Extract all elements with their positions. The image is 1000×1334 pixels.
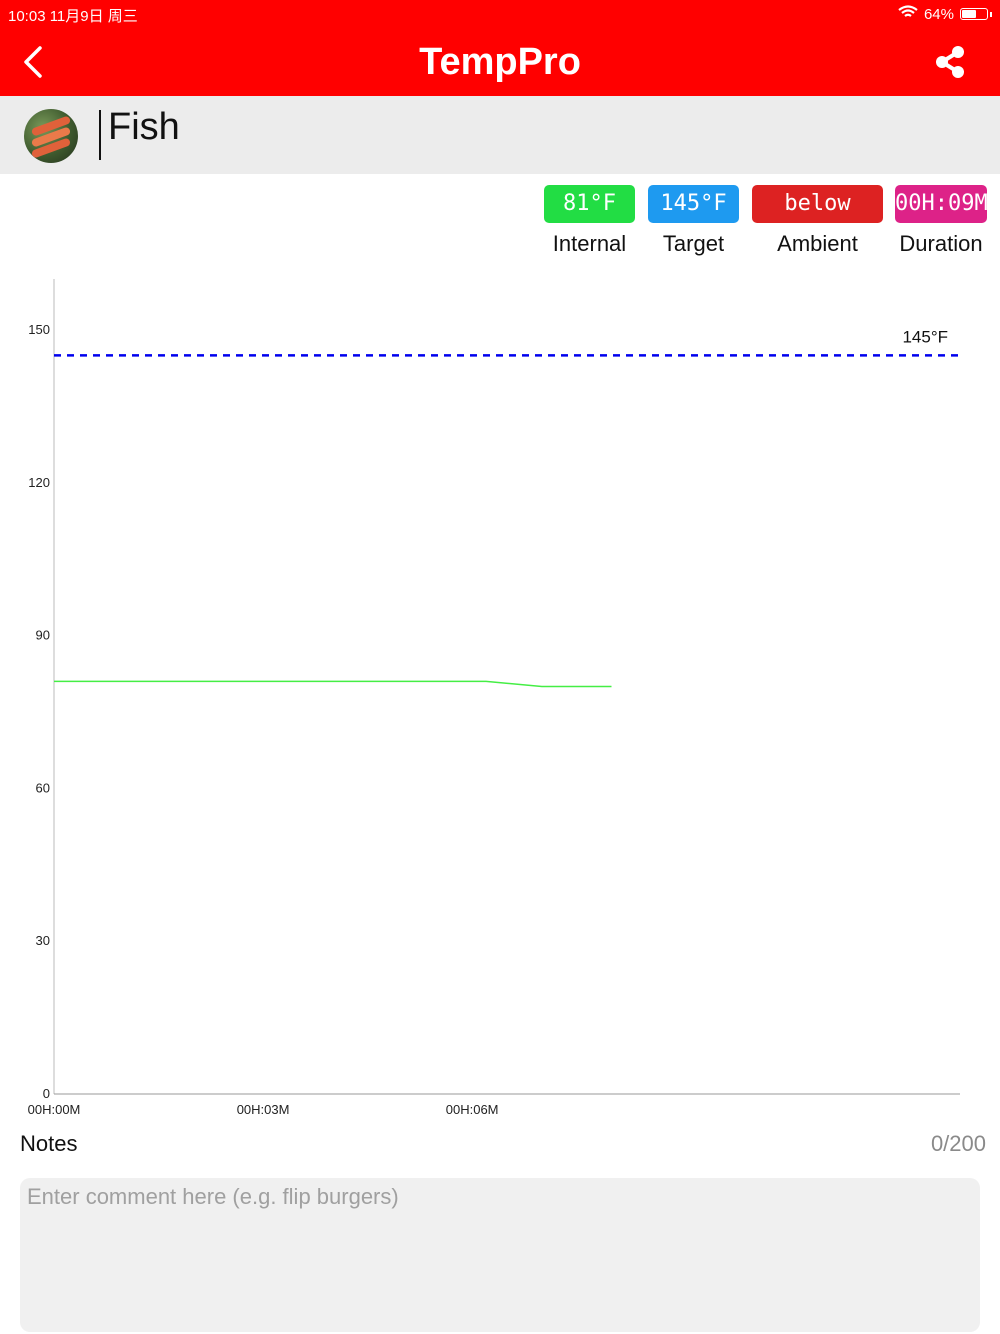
ambient-label: Ambient (777, 231, 858, 256)
notes-label: Notes (20, 1131, 78, 1156)
notes-input[interactable] (20, 1178, 980, 1332)
profile-bar: Fish (0, 96, 1000, 174)
y-tick-label: 120 (28, 475, 50, 490)
y-tick-label: 60 (36, 780, 50, 795)
internal-temp-badge: 81°F (544, 185, 635, 223)
temperature-chart: 0 30 60 90 120 150 00H:00M 00H:03M 00H:06M 145°F (0, 272, 1000, 1122)
target-temp-badge[interactable]: 145°F (648, 185, 739, 223)
x-tick-label: 00H:03M (237, 1102, 290, 1117)
battery-icon (960, 8, 988, 20)
status-indicators: 64% (898, 5, 992, 23)
share-icon (936, 46, 964, 78)
profile-name[interactable]: Fish (108, 106, 180, 149)
notes-char-count: 0/200 (930, 1131, 986, 1156)
battery-percent: 64% (923, 5, 954, 23)
share-button[interactable] (934, 45, 966, 79)
target-label: Target (662, 231, 725, 256)
x-tick-label: 00H:06M (446, 1102, 499, 1117)
internal-temp-line (54, 680, 612, 688)
status-time: 10:03 11月9日 周三 (8, 8, 138, 25)
y-tick-label: 0 (43, 1086, 50, 1101)
x-tick-label: 00H:00M (28, 1102, 81, 1117)
name-divider (99, 110, 101, 160)
y-tick-label: 30 (36, 933, 50, 948)
duration-badge: 00H:09M (895, 185, 988, 223)
internal-label: Internal (552, 231, 627, 256)
status-bar: 10:03 11月9日 周三 64% (0, 0, 1000, 28)
temperature-chart-svg: 0 30 60 90 120 150 00H:00M 00H:03M 00H:06M 145°F (28, 279, 960, 1117)
wifi-icon (898, 5, 918, 23)
y-tick-label: 90 (36, 628, 50, 643)
app-title: TempPro (419, 41, 581, 83)
food-avatar[interactable] (24, 109, 78, 163)
y-tick-label: 150 (28, 322, 50, 337)
ambient-temp-badge: below 104°F (752, 185, 883, 254)
duration-label: Duration (899, 231, 983, 256)
nav-bar: TempPro (0, 28, 1000, 96)
target-line-label: 145°F (902, 327, 948, 346)
reading-badges: 81°F Internal 145°F Target below 104°F A… (0, 185, 1000, 265)
